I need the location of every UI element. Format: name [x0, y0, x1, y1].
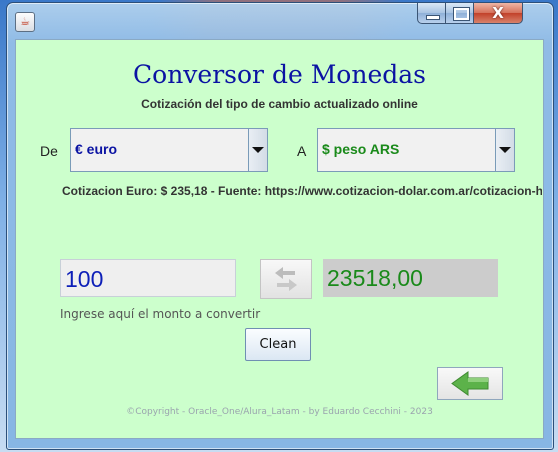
clean-button[interactable]: Clean	[245, 328, 311, 361]
arrow-left-icon	[451, 371, 489, 396]
to-currency-value: $ peso ARS	[322, 141, 400, 157]
back-button[interactable]	[437, 367, 503, 400]
exchange-rate-info: Cotizacion Euro: $ 235,18 - Fuente: http…	[62, 184, 542, 198]
to-currency-select[interactable]: $ peso ARS	[317, 128, 515, 172]
swap-button[interactable]	[260, 259, 312, 299]
amount-hint: Ingrese aquí el monto a convertir	[60, 307, 261, 321]
title-bar[interactable]: ☕ X	[7, 3, 553, 39]
to-label: A	[297, 143, 307, 159]
java-cup-icon[interactable]: ☕	[15, 12, 35, 32]
from-dropdown-button[interactable]	[248, 129, 267, 171]
app-window: ☕ X Conversor de Monedas Cotización del …	[6, 2, 554, 450]
amount-input[interactable]: 100	[60, 259, 236, 297]
minimize-button[interactable]	[417, 3, 447, 24]
page-subtitle: Cotización del tipo de cambio actualizad…	[141, 97, 418, 111]
maximize-icon	[453, 7, 470, 21]
close-icon: X	[492, 4, 504, 22]
from-currency-value: € euro	[75, 141, 118, 157]
swap-arrows-icon	[275, 267, 297, 291]
chevron-down-icon	[499, 147, 511, 153]
maximize-button[interactable]	[445, 3, 475, 24]
chevron-down-icon	[252, 147, 264, 153]
converter-panel: Conversor de Monedas Cotización del tipo…	[15, 39, 544, 439]
page-title: Conversor de Monedas	[133, 60, 426, 89]
to-dropdown-button[interactable]	[495, 129, 514, 171]
from-label: De	[40, 143, 58, 159]
copyright-footer: ©Copyright - Oracle_One/Alura_Latam - by…	[126, 407, 433, 417]
from-currency-select[interactable]: € euro	[70, 128, 268, 172]
close-button[interactable]: X	[473, 3, 523, 24]
minimize-icon	[426, 15, 440, 20]
result-output: 23518,00	[323, 259, 498, 297]
